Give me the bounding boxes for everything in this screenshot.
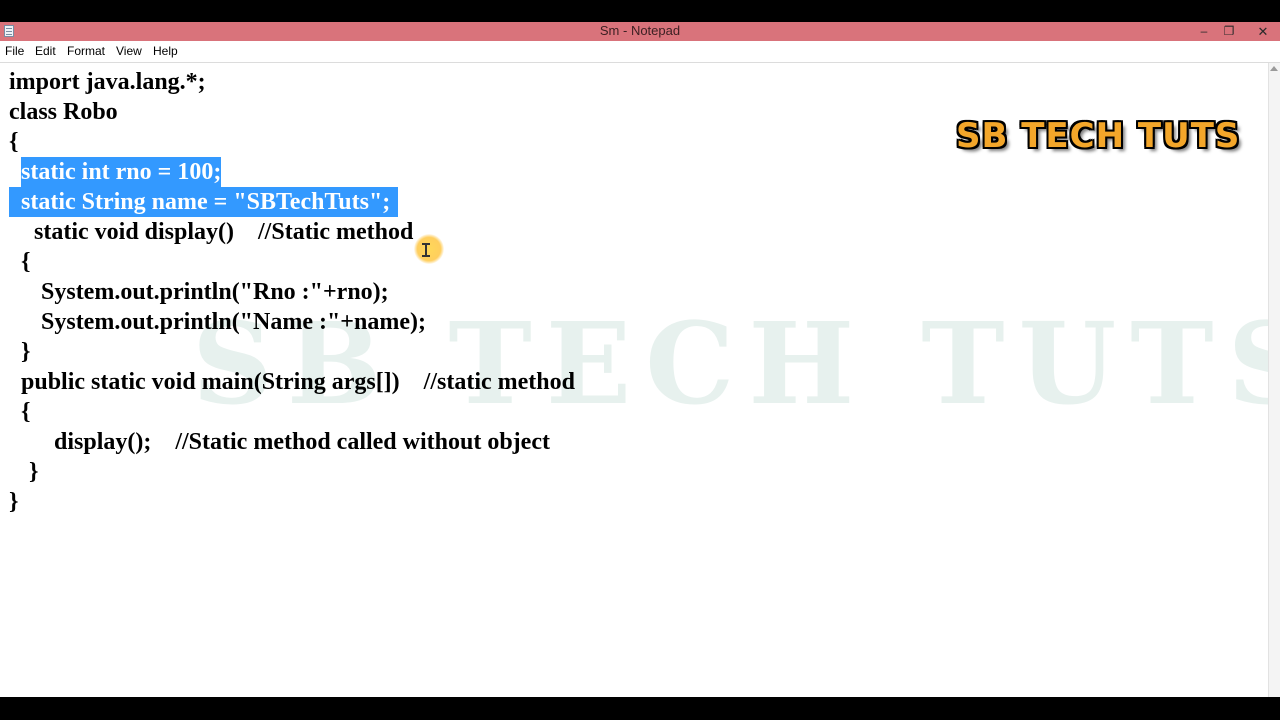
code-line-9[interactable]: System.out.println("Name :"+name);	[41, 307, 426, 337]
code-line-7[interactable]: {	[21, 247, 30, 277]
code-line-15[interactable]: }	[9, 487, 18, 517]
close-button[interactable]: ✕	[1250, 22, 1276, 41]
vertical-scrollbar[interactable]	[1268, 63, 1280, 697]
channel-logo: SB TECH TUTS	[956, 116, 1241, 156]
code-line-6[interactable]: static void display() //Static method	[34, 217, 413, 247]
title-bar[interactable]: Sm - Notepad – ❐ ✕	[0, 22, 1280, 41]
code-line-3[interactable]: {	[9, 127, 18, 157]
menu-file[interactable]: File	[5, 44, 24, 58]
cursor-highlight	[414, 234, 444, 264]
code-line-8[interactable]: System.out.println("Rno :"+rno);	[41, 277, 389, 307]
code-line-10[interactable]: }	[21, 337, 30, 367]
code-line-1[interactable]: import java.lang.*;	[9, 67, 206, 97]
menu-help[interactable]: Help	[153, 44, 178, 58]
menu-bar: File Edit Format View Help	[0, 41, 1280, 63]
code-line-5-selected[interactable]: static String name = "SBTechTuts";	[9, 187, 399, 217]
text-cursor-icon	[422, 243, 430, 257]
minimize-button[interactable]: –	[1191, 22, 1217, 41]
restore-button[interactable]: ❐	[1216, 22, 1242, 41]
scroll-up-arrow-icon[interactable]	[1270, 66, 1278, 71]
code-line-12[interactable]: {	[21, 397, 30, 427]
menu-view[interactable]: View	[116, 44, 142, 58]
menu-format[interactable]: Format	[67, 44, 105, 58]
code-line-2[interactable]: class Robo	[9, 97, 118, 127]
notepad-window: Sm - Notepad – ❐ ✕ File Edit Format View…	[0, 22, 1280, 697]
video-letterbox-bottom	[0, 697, 1280, 720]
menu-edit[interactable]: Edit	[35, 44, 56, 58]
video-letterbox-top	[0, 0, 1280, 22]
code-line-13[interactable]: display(); //Static method called withou…	[54, 427, 550, 457]
window-title: Sm - Notepad	[599, 23, 681, 38]
code-line-4-selected[interactable]: static int rno = 100;	[21, 157, 222, 187]
code-line-14[interactable]: }	[29, 457, 38, 487]
text-editor-area[interactable]: SB TECH TUTS import java.lang.*; class R…	[0, 63, 1280, 697]
code-line-11[interactable]: public static void main(String args[]) /…	[21, 367, 575, 397]
